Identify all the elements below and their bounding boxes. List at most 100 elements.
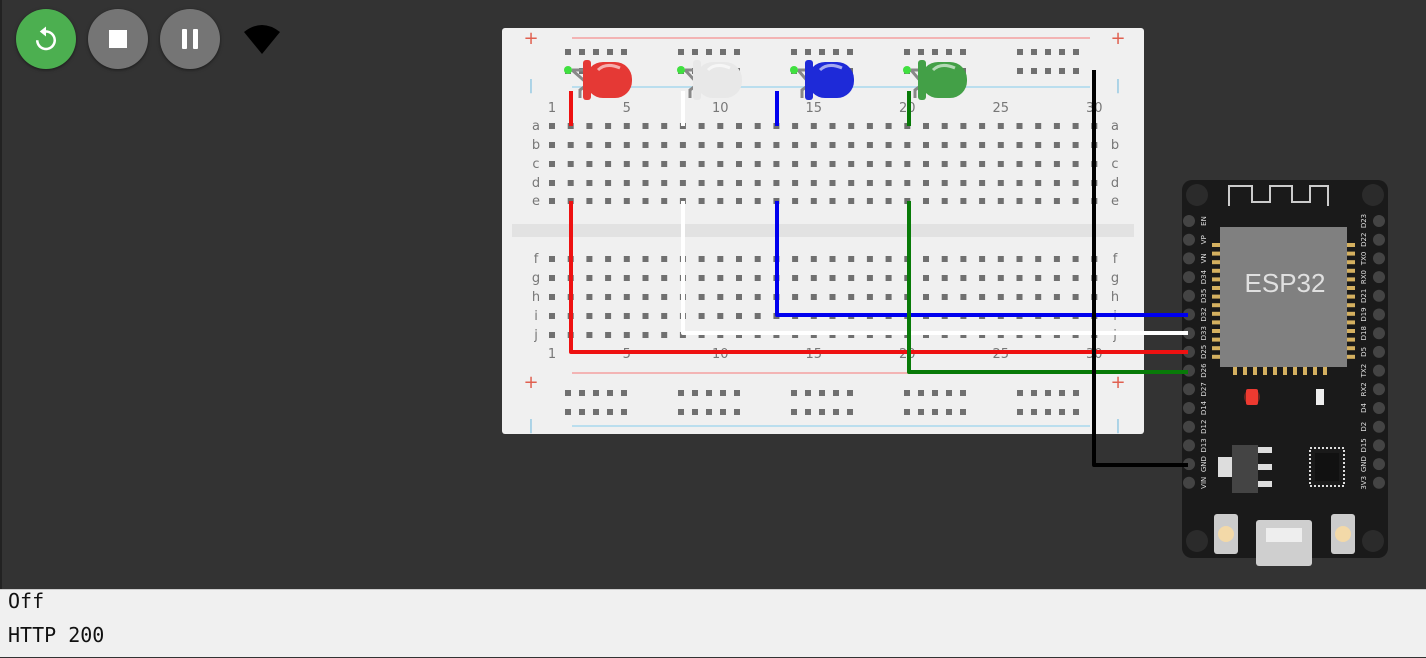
breadboard-hole [605,313,612,319]
breadboard-hole [754,275,761,281]
esp32-module-pad [1212,251,1220,256]
row-label: c [532,157,539,172]
breadboard-hole [1035,161,1042,167]
rail-plus-label: + [1110,372,1125,393]
breadboard-hole [642,180,649,186]
breadboard-hole [623,161,630,167]
rail-hole [819,390,825,396]
breadboard-hole [997,161,1004,167]
rail-plus-label: + [523,28,538,49]
esp32-pin-label: RX2 [1360,382,1368,396]
breadboard-hole [642,256,649,262]
esp32-pin [1183,289,1195,302]
restart-icon [36,26,56,51]
breadboard-hole [866,198,873,204]
mounting-hole [1186,530,1208,552]
esp32-module-pad [1347,346,1355,351]
breadboard-hole [960,142,967,148]
rail-hole [1045,68,1051,74]
rail-hole [791,390,797,396]
breadboard-hole [792,142,799,148]
breadboard-hole [979,123,986,129]
esp32-module-pad [1347,337,1355,342]
breadboard-hole [605,123,612,129]
esp32-module-pad [1347,260,1355,265]
stop-button[interactable] [88,9,148,69]
breadboard-hole [642,313,649,319]
rail-hole [607,409,613,415]
led-pin-marker [903,66,911,74]
breadboard-hole [829,161,836,167]
rail-minus-label: | [529,78,534,94]
rail-hole [621,390,627,396]
breadboard-hole [1072,161,1079,167]
rail-hole [904,49,910,55]
led-pin-marker [790,66,798,74]
esp32-module-pad [1347,286,1355,290]
rail-hole [1031,49,1037,55]
row-label: h [532,290,540,305]
breadboard-hole [754,313,761,319]
esp32-module-pad [1212,346,1220,351]
esp32-pin-label: 3V3 [1360,476,1368,490]
esp32-module-pad [1212,303,1220,308]
breadboard-hole [1016,198,1023,204]
breadboard-hole [754,123,761,129]
breadboard-hole [1016,161,1023,167]
esp32-module-pad [1347,329,1355,333]
breadboard-hole [829,198,836,204]
rail-hole [1059,409,1065,415]
breadboard-hole [642,332,649,338]
rail-hole [678,409,684,415]
row-label: g [532,271,540,286]
esp32-pin-label: D23 [1360,214,1368,228]
voltage-regulator-pin [1258,447,1272,453]
breadboard-hole [960,180,967,186]
breadboard-hole [997,123,1004,129]
esp32-pin [1373,364,1385,377]
esp32-module-pad [1212,337,1220,342]
breadboard-hole [923,275,929,281]
breadboard-hole [810,198,817,204]
breadboard-hole [586,161,593,167]
esp32-chip-label: ESP32 [1245,268,1326,298]
breadboard-hole [997,275,1004,281]
breadboard-hole [885,198,892,204]
breadboard-hole [661,256,668,262]
breadboard-hole [1053,275,1060,281]
row-label: c [1111,157,1118,172]
esp32-module-pad [1347,320,1355,325]
breadboard-hole [866,275,873,281]
breadboard-hole [810,294,817,300]
breadboard-hole [829,142,836,148]
rail-hole [960,409,966,415]
breadboard-hole [810,161,817,167]
esp32-pin-label: EN [1200,216,1208,226]
restart-button[interactable] [16,9,76,69]
rail-hole [720,49,726,55]
breadboard-hole [717,294,724,300]
rail-hole [805,49,811,55]
rail-hole [734,49,740,55]
breadboard-hole [941,123,948,129]
breadboard-hole [923,198,929,204]
rail-minus-label: | [1116,78,1121,94]
esp32-pin [1183,215,1195,227]
rail-hole [1017,68,1023,74]
voltage-regulator-tab [1218,457,1232,477]
breadboard-hole [885,294,892,300]
pause-button[interactable] [160,9,220,69]
row-label: f [1113,252,1118,267]
breadboard-hole [1072,142,1079,148]
column-label: 15 [806,347,823,362]
rail-hole [819,409,825,415]
esp32-module-pad [1233,367,1237,375]
breadboard-hole [829,275,836,281]
led-rim [805,60,813,100]
esp32-module-pad [1347,311,1355,316]
rail-hole [1031,409,1037,415]
row-label: e [532,194,540,209]
voltage-regulator-pin [1258,464,1272,470]
column-label: 10 [712,347,729,362]
esp32-pin [1373,383,1385,396]
